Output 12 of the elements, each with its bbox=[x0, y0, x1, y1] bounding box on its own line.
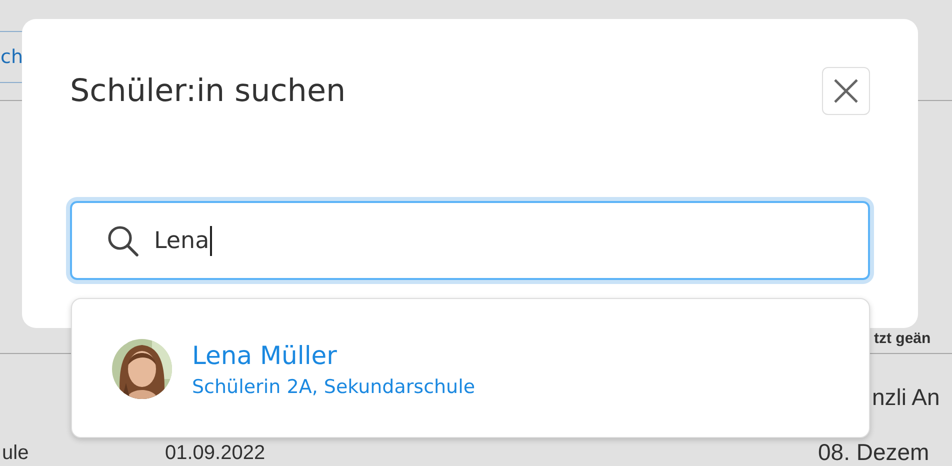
table-cell: 01.09.2022 bbox=[165, 443, 266, 463]
student-name-link[interactable]: Lena Müller bbox=[192, 340, 337, 370]
close-icon bbox=[833, 78, 859, 104]
student-detail: Schülerin 2A, Sekundarschule bbox=[192, 376, 476, 398]
table-cell: ule bbox=[2, 443, 29, 463]
text-cursor bbox=[210, 226, 212, 256]
dialog-title: Schüler:in suchen bbox=[70, 73, 346, 109]
table-cell: 08. Dezem bbox=[818, 441, 930, 464]
close-button[interactable] bbox=[822, 67, 870, 115]
table-cell: nzli An bbox=[872, 386, 940, 409]
search-icon bbox=[106, 224, 140, 258]
column-header: tzt geän bbox=[874, 331, 931, 346]
